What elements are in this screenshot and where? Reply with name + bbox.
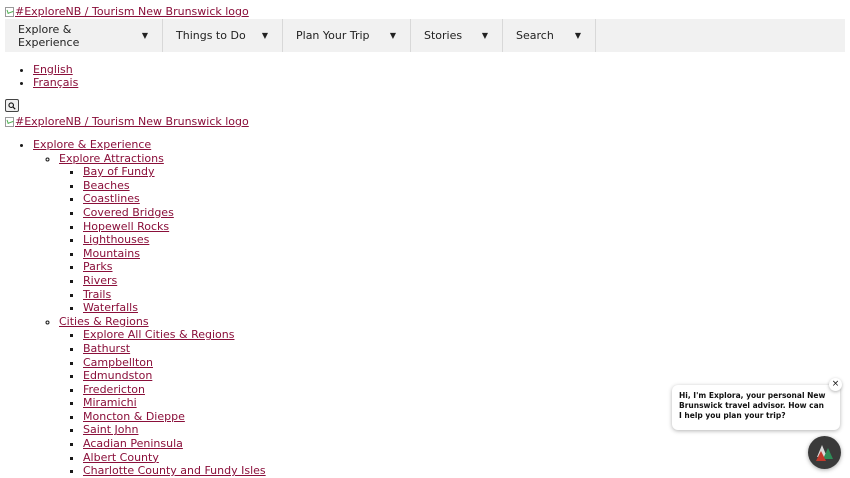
nav-things-to-do[interactable]: Things to Do ▼: [163, 19, 283, 52]
chat-greeting-text: Hi, I'm Explora, your personal New Bruns…: [679, 391, 826, 420]
caret-down-icon: ▼: [261, 31, 268, 40]
nav-stories[interactable]: Stories ▼: [411, 19, 503, 52]
main-nav-bar: Explore & Experience ▼ Things to Do ▼ Pl…: [5, 19, 845, 52]
search-icon: [8, 101, 16, 110]
menu-link[interactable]: Bay of Fundy: [83, 165, 155, 178]
search-button[interactable]: [5, 99, 19, 112]
caret-down-icon: ▼: [574, 31, 581, 40]
menu-link[interactable]: Edmundston: [83, 369, 152, 382]
nav-plan-your-trip[interactable]: Plan Your Trip ▼: [283, 19, 411, 52]
cities-list: Explore All Cities & Regions Bathurst Ca…: [59, 328, 266, 478]
list-item: Trails: [83, 288, 266, 302]
list-item: English: [33, 63, 78, 76]
broken-image-icon: [5, 116, 14, 127]
menu-link[interactable]: Fredericton: [83, 383, 145, 396]
list-item: Lighthouses: [83, 233, 266, 247]
list-item: Miramichi: [83, 396, 266, 410]
menu-link[interactable]: Rivers: [83, 274, 117, 287]
menu-link[interactable]: Covered Bridges: [83, 206, 174, 219]
list-item: Explore All Cities & Regions: [83, 328, 266, 342]
nav-label: Plan Your Trip: [296, 29, 370, 42]
attractions-list: Bay of Fundy Beaches Coastlines Covered …: [59, 165, 266, 315]
site-menu: Explore & Experience Explore Attractions…: [0, 138, 266, 478]
language-link-english[interactable]: English: [33, 63, 73, 76]
menu-link[interactable]: Saint John: [83, 423, 138, 436]
list-item: Beaches: [83, 179, 266, 193]
menu-link[interactable]: Miramichi: [83, 396, 137, 409]
menu-link-explore-experience[interactable]: Explore & Experience: [33, 138, 151, 151]
broken-image-icon: [5, 6, 14, 17]
chat-launcher-button[interactable]: [808, 436, 841, 469]
logo-link-top[interactable]: #ExploreNB / Tourism New Brunswick logo: [5, 5, 249, 18]
nav-label: Things to Do: [176, 29, 246, 42]
list-item: Moncton & Dieppe: [83, 410, 266, 424]
chat-greeting-bubble[interactable]: Hi, I'm Explora, your personal New Bruns…: [672, 385, 840, 430]
list-item: Campbellton: [83, 356, 266, 370]
submenu: Explore Attractions Bay of Fundy Beaches…: [33, 152, 266, 478]
caret-down-icon: ▼: [481, 31, 488, 40]
list-item: Français: [33, 76, 78, 89]
list-item: Edmundston: [83, 369, 266, 383]
list-item: Coastlines: [83, 192, 266, 206]
list-item: Parks: [83, 260, 266, 274]
list-item: Mountains: [83, 247, 266, 261]
list-item: Charlotte County and Fundy Isles: [83, 464, 266, 478]
menu-link[interactable]: Waterfalls: [83, 301, 138, 314]
list-item: Bay of Fundy: [83, 165, 266, 179]
nav-label: Explore & Experience: [18, 22, 80, 49]
logo-alt-text: #ExploreNB / Tourism New Brunswick logo: [15, 115, 249, 128]
submenu-item: Cities & Regions Explore All Cities & Re…: [59, 315, 266, 478]
explora-trees-icon: [815, 444, 833, 461]
menu-link[interactable]: Albert County: [83, 451, 159, 464]
list-item: Saint John: [83, 423, 266, 437]
menu-link-explore-attractions[interactable]: Explore Attractions: [59, 152, 164, 165]
language-link-francais[interactable]: Français: [33, 76, 78, 89]
list-item: Covered Bridges: [83, 206, 266, 220]
nav-label: Search: [516, 29, 554, 42]
list-item: Albert County: [83, 451, 266, 465]
list-item: Acadian Peninsula: [83, 437, 266, 451]
menu-link[interactable]: Hopewell Rocks: [83, 220, 169, 233]
submenu-item: Explore Attractions Bay of Fundy Beaches…: [59, 152, 266, 315]
menu-link-cities-regions[interactable]: Cities & Regions: [59, 315, 149, 328]
caret-down-icon: ▼: [141, 31, 148, 40]
menu-link[interactable]: Campbellton: [83, 356, 153, 369]
language-list: English Français: [0, 63, 78, 89]
logo-link-secondary[interactable]: #ExploreNB / Tourism New Brunswick logo: [5, 115, 249, 128]
list-item: Waterfalls: [83, 301, 266, 315]
menu-item: Explore & Experience Explore Attractions…: [33, 138, 266, 478]
list-item: Fredericton: [83, 383, 266, 397]
menu-link[interactable]: Explore All Cities & Regions: [83, 328, 234, 341]
list-item: Rivers: [83, 274, 266, 288]
menu-link[interactable]: Lighthouses: [83, 233, 149, 246]
nav-search[interactable]: Search ▼: [503, 19, 596, 52]
menu-link[interactable]: Charlotte County and Fundy Isles: [83, 464, 266, 477]
nav-label: Stories: [424, 29, 463, 42]
menu-link[interactable]: Acadian Peninsula: [83, 437, 183, 450]
menu-link[interactable]: Bathurst: [83, 342, 130, 355]
close-icon[interactable]: ×: [829, 378, 842, 391]
menu-link[interactable]: Beaches: [83, 179, 130, 192]
menu-link[interactable]: Coastlines: [83, 192, 140, 205]
menu-link[interactable]: Parks: [83, 260, 113, 273]
list-item: Hopewell Rocks: [83, 220, 266, 234]
logo-alt-text: #ExploreNB / Tourism New Brunswick logo: [15, 5, 249, 18]
list-item: Bathurst: [83, 342, 266, 356]
caret-down-icon: ▼: [389, 31, 396, 40]
menu-link[interactable]: Trails: [83, 288, 111, 301]
menu-link[interactable]: Mountains: [83, 247, 140, 260]
nav-explore-experience[interactable]: Explore & Experience ▼: [5, 19, 163, 52]
menu-link[interactable]: Moncton & Dieppe: [83, 410, 185, 423]
